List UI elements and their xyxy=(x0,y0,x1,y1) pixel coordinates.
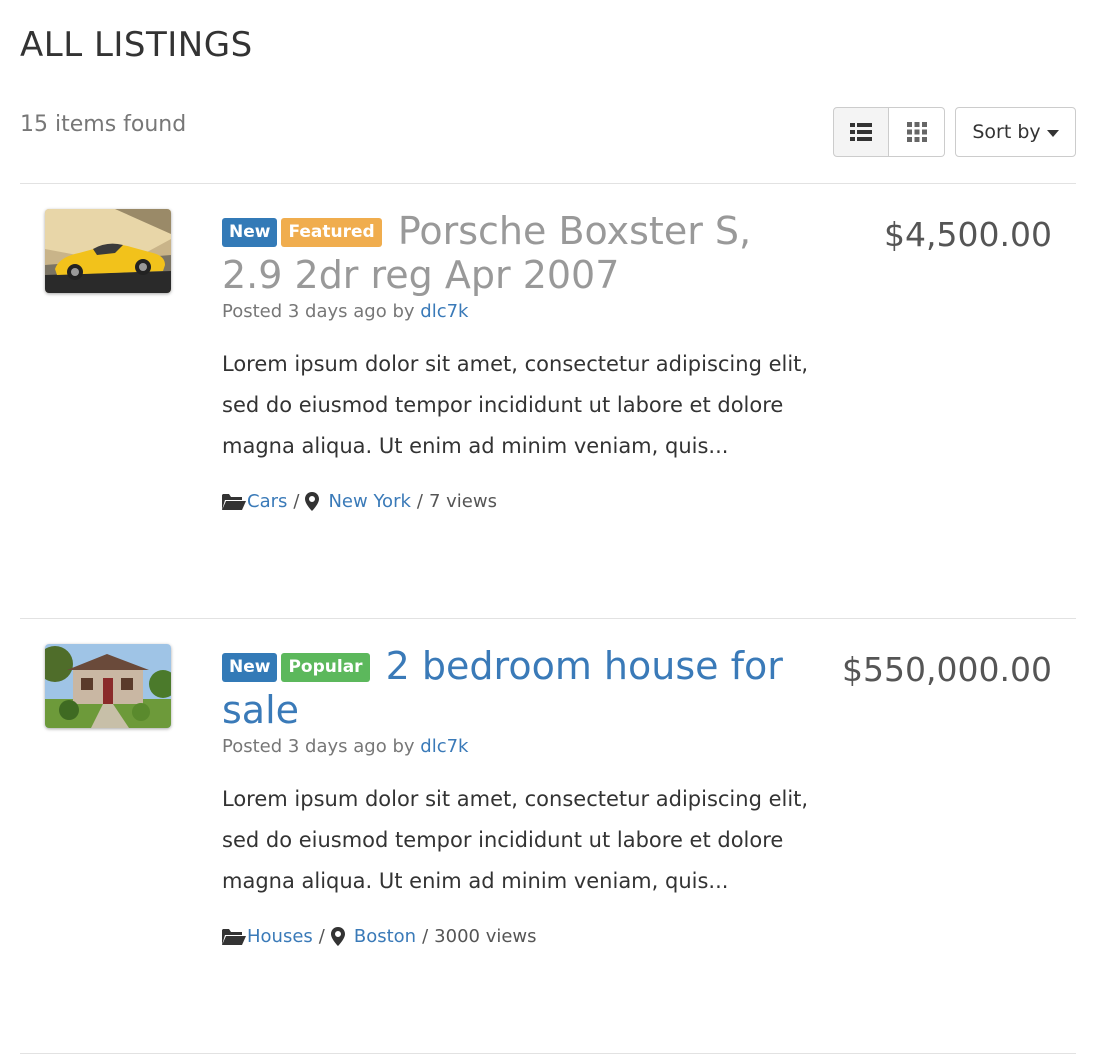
folder-open-icon xyxy=(222,493,246,510)
sort-by-label: Sort by xyxy=(972,121,1041,143)
grid-view-button[interactable] xyxy=(889,107,945,157)
listing-content: New Popular 2 bedroom house for sale Post… xyxy=(222,644,812,947)
caret-down-icon xyxy=(1046,129,1059,137)
view-count: 3000 views xyxy=(434,926,537,947)
view-count: 7 views xyxy=(428,491,497,512)
house-photo xyxy=(45,644,171,728)
location-link[interactable]: New York xyxy=(328,491,410,512)
popular-badge: Popular xyxy=(281,653,370,682)
separator: / xyxy=(416,491,423,512)
listing-footer: Houses / Boston / 3000 views xyxy=(222,926,812,947)
grid-icon xyxy=(906,122,927,142)
list-view-button[interactable] xyxy=(833,107,889,157)
listing-thumbnail[interactable] xyxy=(45,644,171,728)
listing-meta: Posted 3 days ago by dlc7k xyxy=(222,301,812,322)
separator: / xyxy=(318,926,325,947)
listing-content: New Featured Porsche Boxster S, 2.9 2dr r… xyxy=(222,209,812,512)
divider xyxy=(20,183,1076,184)
featured-badge: Featured xyxy=(281,218,382,247)
page-title: ALL LISTINGS xyxy=(20,25,253,65)
listing-meta: Posted 3 days ago by dlc7k xyxy=(222,736,812,757)
listing-title[interactable]: New Popular 2 bedroom house for sale xyxy=(222,644,812,732)
author-link[interactable]: dlc7k xyxy=(420,301,468,322)
listing-price: $550,000.00 xyxy=(842,650,1052,689)
location-link[interactable]: Boston xyxy=(354,926,416,947)
separator: / xyxy=(293,491,300,512)
sort-by-dropdown[interactable]: Sort by xyxy=(955,107,1076,157)
car-photo xyxy=(45,209,171,293)
map-marker-icon xyxy=(330,927,345,946)
listing-footer: Cars / New York / 7 views xyxy=(222,491,812,512)
divider xyxy=(20,618,1076,619)
listing-thumbnail[interactable] xyxy=(45,209,171,293)
author-link[interactable]: dlc7k xyxy=(420,736,468,757)
divider xyxy=(20,1053,1076,1054)
map-marker-icon xyxy=(305,492,320,511)
list-icon xyxy=(850,123,872,141)
new-badge: New xyxy=(222,653,278,682)
posted-text: Posted 3 days ago by xyxy=(222,301,415,322)
listing-title[interactable]: New Featured Porsche Boxster S, 2.9 2dr r… xyxy=(222,209,812,297)
listing-description: Lorem ipsum dolor sit amet, consectetur … xyxy=(222,787,809,893)
category-link[interactable]: Cars xyxy=(247,491,287,512)
items-found-count: 15 items found xyxy=(20,112,187,137)
listing-description: Lorem ipsum dolor sit amet, consectetur … xyxy=(222,352,809,458)
view-toolbar: Sort by xyxy=(833,107,1076,157)
new-badge: New xyxy=(222,218,278,247)
posted-text: Posted 3 days ago by xyxy=(222,736,415,757)
folder-open-icon xyxy=(222,928,246,945)
listing-price: $4,500.00 xyxy=(884,215,1052,254)
category-link[interactable]: Houses xyxy=(247,926,313,947)
separator: / xyxy=(422,926,429,947)
